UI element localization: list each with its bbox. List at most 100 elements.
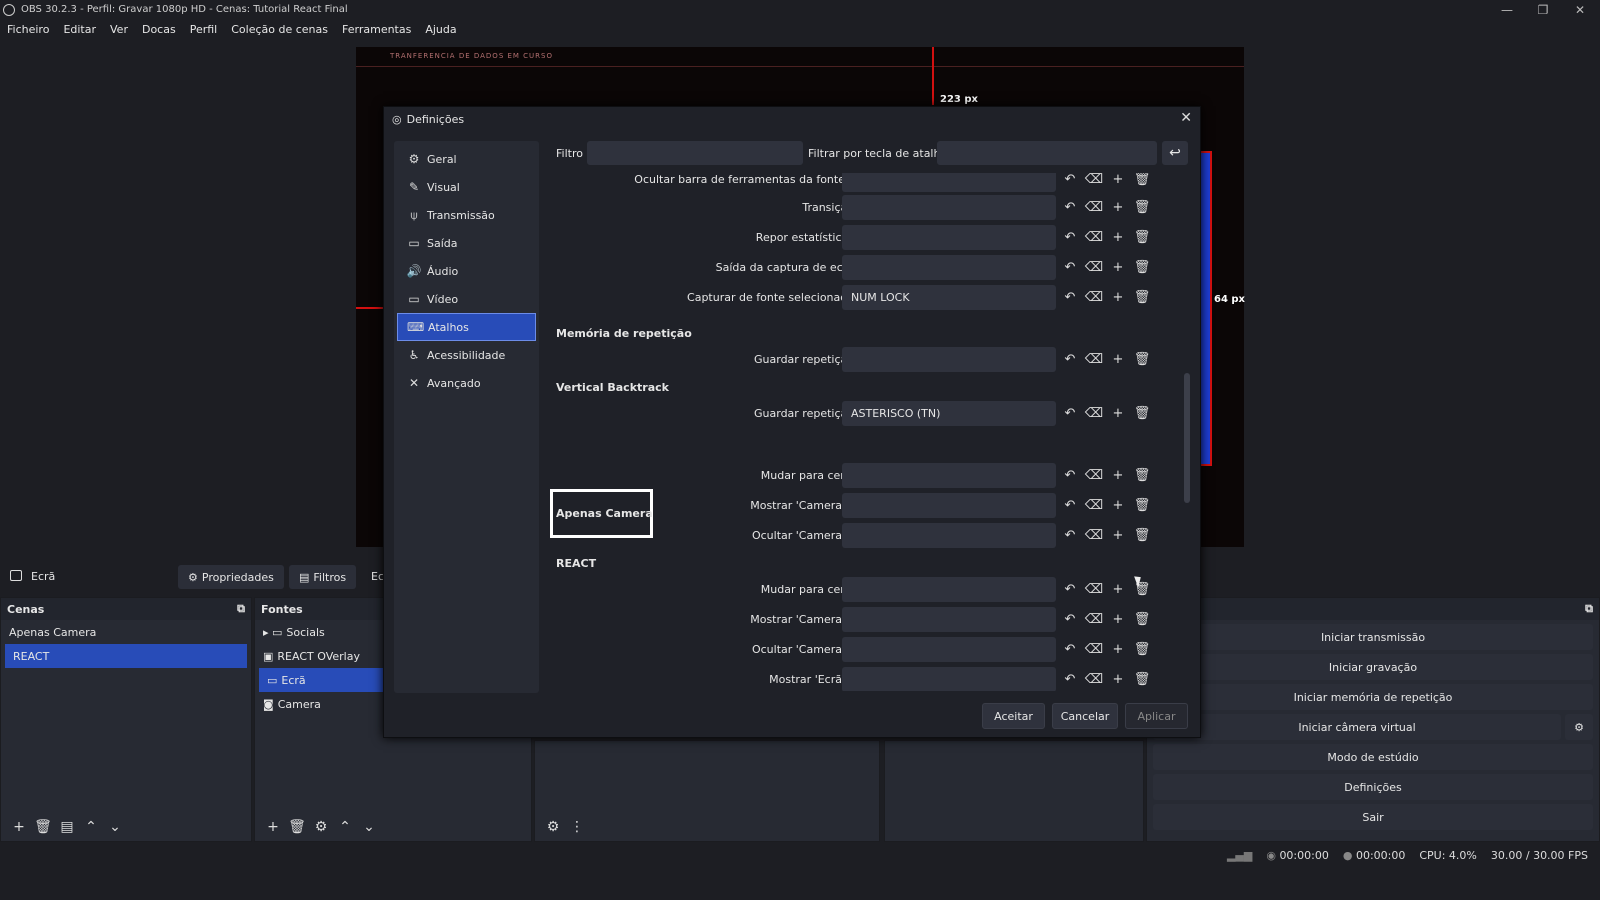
category-avancado[interactable]: ✕ Avançado [397,369,536,397]
start-streaming-button[interactable]: Iniciar transmissão [1153,624,1593,650]
hotkey-field[interactable] [842,577,1056,602]
hotkey-field[interactable] [842,255,1056,280]
clear-icon[interactable]: ⌫ [1084,257,1104,277]
restore-icon[interactable]: ❐ [1528,0,1558,19]
add-icon[interactable]: + [1108,465,1128,485]
hotkey-field[interactable]: ASTERISCO (TN) [842,401,1056,426]
properties-button[interactable]: ⚙ Propriedades [178,565,284,589]
trash-icon[interactable]: 🗑 [1132,403,1152,423]
menu-ficheiro[interactable]: Ficheiro [0,23,56,36]
hotkey-field[interactable] [842,195,1056,220]
revert-icon[interactable]: ↶ [1060,465,1080,485]
add-icon[interactable]: + [1108,227,1128,247]
trash-icon[interactable]: 🗑 [285,816,309,838]
clear-icon[interactable]: ⌫ [1084,173,1104,189]
trash-icon[interactable]: 🗑 [1132,639,1152,659]
chevron-up-icon[interactable]: ⌃ [333,816,357,838]
hotkey-field[interactable] [842,607,1056,632]
accept-button[interactable]: Aceitar [982,703,1045,729]
menu-ver[interactable]: Ver [103,23,135,36]
hotkey-field[interactable] [842,225,1056,250]
start-replay-buffer-button[interactable]: Iniciar memória de repetição [1153,684,1593,710]
trash-icon[interactable]: 🗑 [1132,173,1152,189]
hotkey-field[interactable] [842,347,1056,372]
hotkey-filter-input[interactable] [937,141,1157,165]
close-window-icon[interactable]: ✕ [1565,0,1595,19]
close-icon[interactable]: ✕ [1180,110,1192,126]
revert-icon[interactable]: ↶ [1060,609,1080,629]
category-acessibilidade[interactable]: ♿ Acessibilidade [397,341,536,369]
undock-icon[interactable]: ⧉ [1585,602,1593,616]
add-icon[interactable]: + [1108,173,1128,189]
category-atalhos[interactable]: ⌨ Atalhos [397,313,536,341]
revert-icon[interactable]: ↶ [1060,579,1080,599]
menu-ferramentas[interactable]: Ferramentas [335,23,418,36]
filter-input[interactable] [587,141,803,165]
more-options-icon[interactable]: ⋮ [565,816,589,838]
hotkey-field[interactable] [842,493,1056,518]
clear-icon[interactable]: ⌫ [1084,495,1104,515]
menu-ajuda[interactable]: Ajuda [418,23,463,36]
apply-button[interactable]: Aplicar [1125,703,1188,729]
trash-icon[interactable]: 🗑 [1132,525,1152,545]
filter-icon[interactable]: ▤ [55,816,79,838]
revert-icon[interactable]: ↶ [1060,349,1080,369]
trash-icon[interactable]: 🗑 [1132,197,1152,217]
clear-icon[interactable]: ⌫ [1084,287,1104,307]
clear-icon[interactable]: ⌫ [1084,227,1104,247]
clear-icon[interactable]: ⌫ [1084,349,1104,369]
start-virtual-camera-button[interactable]: Iniciar câmera virtual [1153,714,1561,740]
exit-button[interactable]: Sair [1153,804,1593,830]
studio-mode-button[interactable]: Modo de estúdio [1153,744,1593,770]
chevron-down-icon[interactable]: ⌄ [357,816,381,838]
revert-icon[interactable]: ↶ [1060,639,1080,659]
hotkey-scrollbar[interactable] [1183,173,1191,691]
trash-icon[interactable]: 🗑 [1132,669,1152,689]
menu-perfil[interactable]: Perfil [183,23,225,36]
scene-item[interactable]: Apenas Camera [1,620,251,644]
trash-icon[interactable]: 🗑 [1132,227,1152,247]
trash-icon[interactable]: 🗑 [1132,257,1152,277]
add-icon[interactable]: + [1108,197,1128,217]
category-saida[interactable]: ▭ Saída [397,229,536,257]
add-icon[interactable]: + [1108,609,1128,629]
add-icon[interactable]: + [1108,525,1128,545]
reset-filter-icon[interactable]: ↩ [1162,141,1188,165]
category-geral[interactable]: ⚙ Geral [397,145,536,173]
revert-icon[interactable]: ↶ [1060,197,1080,217]
trash-icon[interactable]: 🗑 [1132,465,1152,485]
minimize-icon[interactable]: — [1492,0,1522,19]
scrollbar-thumb[interactable] [1184,373,1190,503]
revert-icon[interactable]: ↶ [1060,525,1080,545]
clear-icon[interactable]: ⌫ [1084,579,1104,599]
revert-icon[interactable]: ↶ [1060,403,1080,423]
chevron-down-icon[interactable]: ⌄ [103,816,127,838]
hotkey-field[interactable] [842,667,1056,691]
revert-icon[interactable]: ↶ [1060,495,1080,515]
add-icon[interactable]: + [1108,287,1128,307]
gear-icon[interactable]: ⚙ [309,816,333,838]
trash-icon[interactable]: 🗑 [31,816,55,838]
revert-icon[interactable]: ↶ [1060,227,1080,247]
add-icon[interactable]: + [1108,669,1128,689]
undock-icon[interactable]: ⧉ [237,602,245,616]
category-audio[interactable]: 🔊 Áudio [397,257,536,285]
menu-docas[interactable]: Docas [135,23,183,36]
add-icon[interactable]: + [1108,403,1128,423]
clear-icon[interactable]: ⌫ [1084,609,1104,629]
menu-editar[interactable]: Editar [56,23,103,36]
virtual-camera-settings-icon[interactable]: ⚙ [1565,714,1593,740]
revert-icon[interactable]: ↶ [1060,257,1080,277]
add-icon[interactable]: + [1108,495,1128,515]
clear-icon[interactable]: ⌫ [1084,197,1104,217]
add-icon[interactable]: + [1108,349,1128,369]
filters-button[interactable]: ▤ Filtros [289,565,357,589]
trash-icon[interactable]: 🗑 [1132,495,1152,515]
clear-icon[interactable]: ⌫ [1084,669,1104,689]
trash-icon[interactable]: 🗑 [1132,349,1152,369]
revert-icon[interactable]: ↶ [1060,669,1080,689]
settings-button[interactable]: Definições [1153,774,1593,800]
add-icon[interactable]: + [1108,639,1128,659]
hotkey-field[interactable] [842,637,1056,662]
add-icon[interactable]: + [7,816,31,838]
